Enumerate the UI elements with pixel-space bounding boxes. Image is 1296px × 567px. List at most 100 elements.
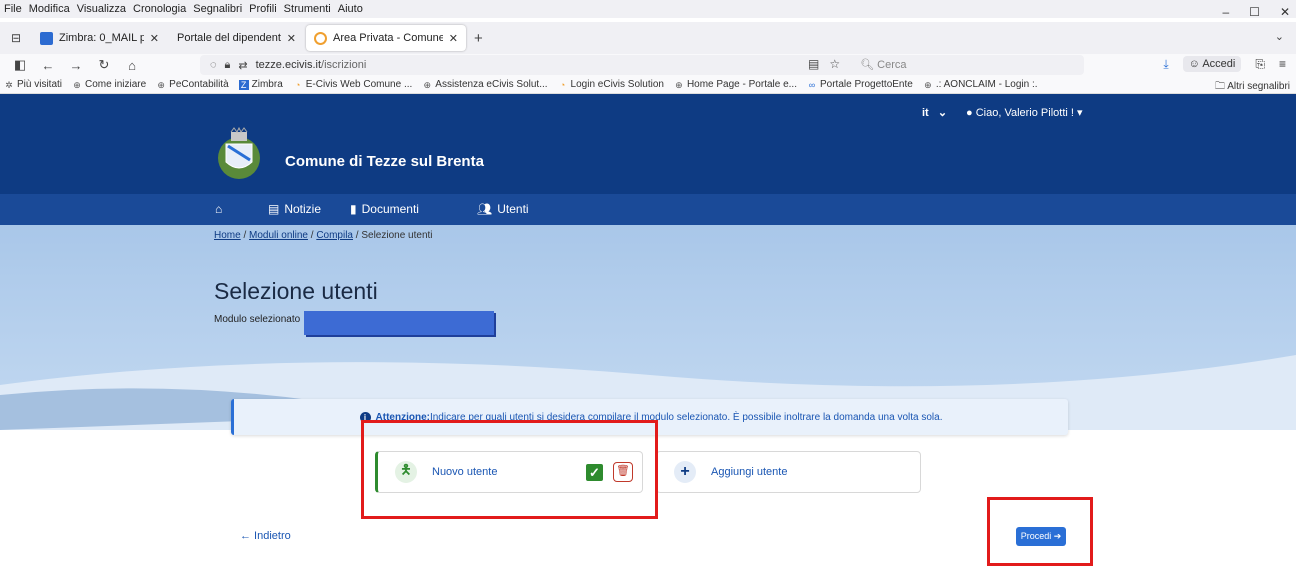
nav-documenti[interactable]: ▮ Documenti — [350, 202, 419, 216]
url-path: /iscrizioni — [321, 59, 367, 71]
accedi-label: Accedi — [1202, 58, 1236, 70]
bookmark-item[interactable]: ⊕ Come iniziare — [72, 79, 146, 90]
add-user-label: Aggiungi utente — [711, 466, 788, 478]
tab-label: Zimbra: 0_MAIL per LAVORO — [59, 32, 144, 44]
globe-icon: ⊕ — [924, 79, 932, 90]
menu-aiuto[interactable]: Aiuto — [338, 3, 363, 15]
shield-icon: ◌ — [210, 59, 217, 71]
nav-notizie[interactable]: ▤ Notizie — [268, 202, 321, 216]
chevron-down-icon: ⌄ — [937, 107, 948, 119]
close-tab-icon[interactable]: ✕ — [150, 32, 159, 45]
bookmark-item[interactable]: ∞ Portale ProgettoEnte — [807, 79, 913, 90]
new-tab-button[interactable]: + — [474, 30, 483, 47]
bookmark-item[interactable]: ⊕ Home Page - Portale e... — [674, 79, 797, 90]
add-user-card[interactable]: + Aggiungi utente — [656, 451, 921, 493]
other-bookmarks[interactable]: 🗀︎ Altri segnalibri — [1215, 79, 1290, 93]
main-nav: ⌂ ▤ Notizie ▮ Documenti 👥︎ Utenti — [0, 194, 1296, 225]
url-host: tezze.ecivis.it — [255, 59, 322, 71]
gear-icon: ✲ — [5, 79, 13, 90]
browser-menubar: File Modifica Visualizza Cronologia Segn… — [0, 0, 1296, 18]
minimize-button[interactable]: – — [1222, 5, 1229, 19]
search-field[interactable]: 🔍︎ Cerca — [860, 58, 906, 71]
menu-segnalibri[interactable]: Segnalibri — [193, 3, 242, 15]
close-tab-icon[interactable]: ✕ — [449, 32, 458, 45]
site-title[interactable]: Comune di Tezze sul Brenta — [285, 153, 484, 170]
breadcrumb-current: Selezione utenti — [361, 230, 433, 241]
url-actions: ▤ ☆ 🔍︎ Cerca — [808, 57, 906, 71]
bookmark-item[interactable]: ⊕ PeContabilità — [156, 79, 228, 90]
menu-cronologia[interactable]: Cronologia — [133, 3, 186, 15]
menu-hamburger-icon[interactable]: ≡ — [1279, 57, 1286, 71]
breadcrumb-home[interactable]: Home — [214, 230, 241, 241]
window-controls: – ☐ ✕ — [1222, 0, 1290, 19]
tab-area-privata[interactable]: Area Privata - Comune di Tezze ✕ — [306, 25, 466, 51]
bookmark-item[interactable]: ⊕.: AONCLAIM - Login :. — [923, 79, 1038, 90]
annotation-highlight-card — [361, 420, 658, 519]
breadcrumb-moduli[interactable]: Moduli online — [249, 230, 308, 241]
user-menu[interactable]: ● Ciao, Valerio Pilotti ! ▾ — [966, 106, 1083, 119]
bookmark-item[interactable]: ◔ E-Civis Web Comune ... — [293, 79, 412, 90]
forward-arrow-icon[interactable]: → — [68, 58, 84, 73]
ecivis-icon: ◔ — [295, 79, 301, 90]
back-link[interactable]: ← Indietro — [240, 530, 291, 542]
bookmark-item[interactable]: ✲ Più visitati — [4, 79, 62, 90]
tab-label: Area Privata - Comune di Tezze — [333, 32, 443, 44]
ecivis-icon: ◔ — [559, 79, 566, 90]
zimbra-favicon-icon — [40, 31, 53, 45]
chevron-down-icon[interactable]: ⌄ — [1275, 30, 1284, 43]
nav-home[interactable]: ⌂ — [215, 202, 222, 216]
home-icon: ⌂ — [215, 202, 223, 216]
municipal-crest-icon — [218, 126, 260, 179]
tab-portale-dipendente[interactable]: Portale del dipendente ✕ — [169, 25, 304, 51]
menu-strumenti[interactable]: Strumenti — [284, 3, 331, 15]
link-icon: ∞ — [808, 79, 816, 90]
globe-icon: ⊕ — [675, 79, 683, 90]
globe-icon: ⊕ — [423, 79, 432, 90]
ecivis-favicon-icon — [314, 31, 327, 45]
menu-modifica[interactable]: Modifica — [29, 3, 70, 15]
home-icon[interactable]: ⌂ — [124, 58, 140, 73]
newspaper-icon: ▤ — [268, 202, 280, 216]
language-selector[interactable]: it ⌄ — [922, 106, 947, 119]
close-tab-icon[interactable]: ✕ — [287, 32, 296, 45]
page-subtitle: Modulo selezionato — [214, 314, 301, 325]
document-icon: ▮ — [350, 202, 357, 216]
search-placeholder: Cerca — [877, 58, 907, 71]
globe-icon: ⊕ — [157, 79, 165, 90]
extensions-icon[interactable]: ⎘ — [1255, 57, 1265, 72]
download-icon[interactable]: ⤓ — [1163, 57, 1168, 72]
permissions-icon: ⇄ — [238, 59, 248, 72]
nav-utenti[interactable]: 👥︎ Utenti — [477, 202, 529, 216]
menu-file[interactable]: File — [4, 3, 22, 15]
bookmark-star-icon[interactable]: ☆ — [829, 57, 840, 71]
back-arrow-icon[interactable]: ← — [40, 58, 56, 73]
breadcrumb: Home / Moduli online / Compila / Selezio… — [214, 230, 433, 241]
zimbra-icon: Z — [238, 79, 249, 90]
lock-icon: 🔒︎ — [224, 58, 231, 71]
reader-view-icon[interactable]: ▤ — [808, 57, 819, 71]
bookmark-item[interactable]: ◔ Login eCivis Solution — [558, 79, 664, 90]
globe-icon: ⊕ — [73, 79, 81, 90]
annotation-highlight-proceed — [987, 497, 1093, 566]
users-icon: 👥︎ — [477, 202, 493, 216]
bookmarks-bar: ✲ Più visitati ⊕ Come iniziare ⊕ PeContabil… — [0, 76, 1296, 94]
tab-strip: ⊟ Zimbra: 0_MAIL per LAVORO ✕ Portale de… — [0, 22, 1296, 54]
menu-profili[interactable]: Profili — [249, 3, 277, 15]
site-header: it ⌄ ● Ciao, Valerio Pilotti ! ▾ Comune … — [0, 94, 1296, 225]
bookmark-item[interactable]: Z Zimbra — [238, 79, 283, 90]
tab-label: Portale del dipendente — [177, 32, 281, 44]
tab-list-icon[interactable]: ⊟ — [0, 31, 32, 45]
redaction-box — [304, 311, 494, 335]
close-window-button[interactable]: ✕ — [1280, 5, 1290, 19]
toolbar-right: ⤓ ☺ Accedi ⎘ ≡ — [1163, 56, 1286, 72]
page-title: Selezione utenti — [214, 278, 378, 304]
url-bar[interactable]: ◌ 🔒︎ ⇄ tezze.ecivis.it /iscrizioni — [200, 55, 1084, 75]
menu-visualizza[interactable]: Visualizza — [77, 3, 126, 15]
reload-icon[interactable]: ↻ — [96, 57, 112, 73]
tab-zimbra[interactable]: Zimbra: 0_MAIL per LAVORO ✕ — [32, 25, 167, 51]
breadcrumb-compila[interactable]: Compila — [316, 230, 353, 241]
maximize-button[interactable]: ☐ — [1249, 5, 1260, 19]
sidebar-toggle-icon[interactable]: ◧ — [12, 57, 28, 73]
accedi-button[interactable]: ☺ Accedi — [1182, 56, 1242, 72]
bookmark-item[interactable]: ⊕ Assistenza eCivis Solut... — [422, 79, 548, 90]
